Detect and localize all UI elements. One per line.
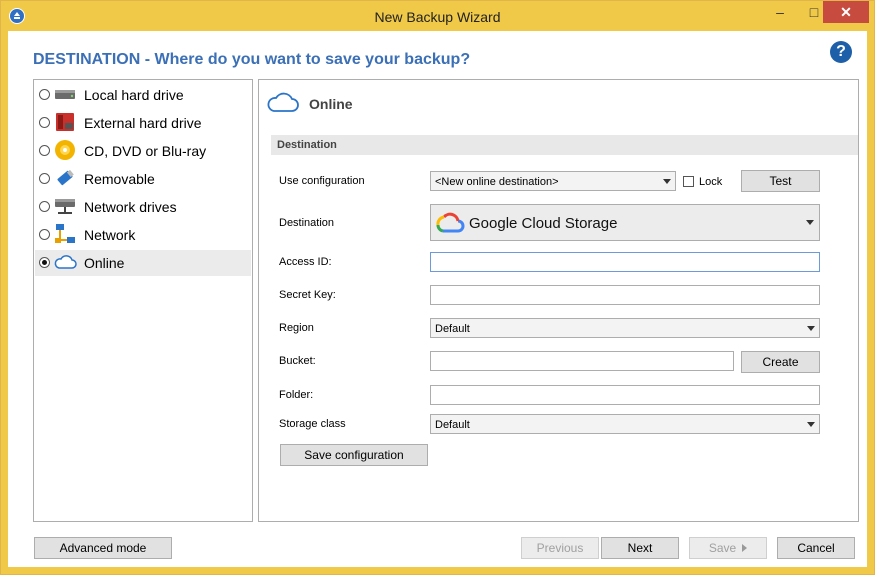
cloud-icon xyxy=(54,255,77,269)
google-cloud-icon xyxy=(436,212,465,233)
access-id-input[interactable] xyxy=(430,252,820,272)
destination-label-network: Network xyxy=(84,227,136,243)
radio-network-drives[interactable] xyxy=(39,201,50,212)
radio-removable[interactable] xyxy=(39,173,50,184)
folder-input[interactable] xyxy=(430,385,820,405)
radio-online[interactable] xyxy=(39,257,50,268)
wizard-window: New Backup Wizard – □ ✕ DESTINATION - Wh… xyxy=(0,0,875,575)
region-label: Region xyxy=(279,322,314,334)
radio-disc[interactable] xyxy=(39,145,50,156)
storage-class-label: Storage class xyxy=(279,418,346,430)
section-title: Destination xyxy=(277,139,337,151)
destination-option-network-drives[interactable]: Network drives xyxy=(35,194,251,220)
chevron-down-icon xyxy=(807,422,815,427)
save-button-label: Save xyxy=(708,541,737,555)
use-config-value: <New online destination> xyxy=(435,176,559,188)
destination-label-external: External hard drive xyxy=(84,115,202,131)
radio-network[interactable] xyxy=(39,229,50,240)
storage-class-select[interactable]: Default xyxy=(430,414,820,434)
destination-option-disc[interactable]: CD, DVD or Blu-ray xyxy=(35,138,251,164)
destination-label-removable: Removable xyxy=(84,171,155,187)
lock-checkbox[interactable] xyxy=(683,176,694,187)
minimize-button[interactable]: – xyxy=(763,1,797,23)
previous-button[interactable]: Previous xyxy=(521,537,599,559)
bucket-label: Bucket: xyxy=(279,355,316,367)
network-icon xyxy=(55,224,75,243)
title-bar: New Backup Wizard – □ ✕ xyxy=(1,1,874,31)
test-button[interactable]: Test xyxy=(741,170,820,192)
destination-value: Google Cloud Storage xyxy=(469,215,618,232)
chevron-down-icon xyxy=(663,179,671,184)
section-header: Destination xyxy=(271,135,858,155)
disc-icon xyxy=(55,140,75,160)
destination-label-local: Local hard drive xyxy=(84,87,184,103)
cancel-button[interactable]: Cancel xyxy=(777,537,855,559)
cloud-icon xyxy=(267,92,299,112)
window-title: New Backup Wizard xyxy=(374,9,501,25)
bucket-input[interactable] xyxy=(430,351,734,371)
panel-title: Online xyxy=(309,96,353,112)
destination-label-online: Online xyxy=(84,255,125,271)
destination-list: Local hard drive External hard drive CD,… xyxy=(33,79,253,522)
save-button[interactable]: Save xyxy=(689,537,767,559)
region-value: Default xyxy=(435,323,470,335)
region-select[interactable]: Default xyxy=(430,318,820,338)
destination-option-online[interactable]: Online xyxy=(35,250,251,276)
advanced-mode-button[interactable]: Advanced mode xyxy=(34,537,172,559)
save-configuration-button[interactable]: Save configuration xyxy=(280,444,428,466)
network-drive-icon xyxy=(55,199,75,214)
secret-key-input[interactable] xyxy=(430,285,820,305)
radio-external[interactable] xyxy=(39,117,50,128)
destination-option-external[interactable]: External hard drive xyxy=(35,110,251,136)
usb-drive-icon xyxy=(57,169,74,186)
folder-label: Folder: xyxy=(279,389,314,401)
chevron-down-icon xyxy=(806,220,814,225)
next-button[interactable]: Next xyxy=(601,537,679,559)
help-icon[interactable]: ? xyxy=(830,41,852,63)
storage-class-value: Default xyxy=(435,419,470,431)
destination-select[interactable]: Google Cloud Storage xyxy=(430,204,820,241)
create-bucket-button[interactable]: Create xyxy=(741,351,820,373)
close-button[interactable]: ✕ xyxy=(823,1,869,23)
client-area: DESTINATION - Where do you want to save … xyxy=(8,31,867,567)
chevron-down-icon xyxy=(807,326,815,331)
use-config-select[interactable]: <New online destination> xyxy=(430,171,676,191)
access-id-label: Access ID: xyxy=(279,256,332,268)
lock-label: Lock xyxy=(699,176,723,188)
hard-drive-icon xyxy=(55,90,75,99)
page-title: DESTINATION - Where do you want to save … xyxy=(33,51,471,68)
destination-option-local[interactable]: Local hard drive xyxy=(35,82,251,108)
destination-label-disc: CD, DVD or Blu-ray xyxy=(84,143,207,159)
destination-option-network[interactable]: Network xyxy=(35,222,251,248)
destination-label: Destination xyxy=(279,217,335,229)
radio-local[interactable] xyxy=(39,89,50,100)
chevron-right-icon xyxy=(742,544,748,552)
destination-option-removable[interactable]: Removable xyxy=(35,166,251,192)
use-config-label: Use configuration xyxy=(279,175,365,187)
destination-label-network-drives: Network drives xyxy=(84,199,177,215)
external-drive-icon xyxy=(56,113,74,131)
online-settings-panel: Online Destination Use configuration <Ne… xyxy=(258,79,859,522)
secret-key-label: Secret Key: xyxy=(279,289,336,301)
